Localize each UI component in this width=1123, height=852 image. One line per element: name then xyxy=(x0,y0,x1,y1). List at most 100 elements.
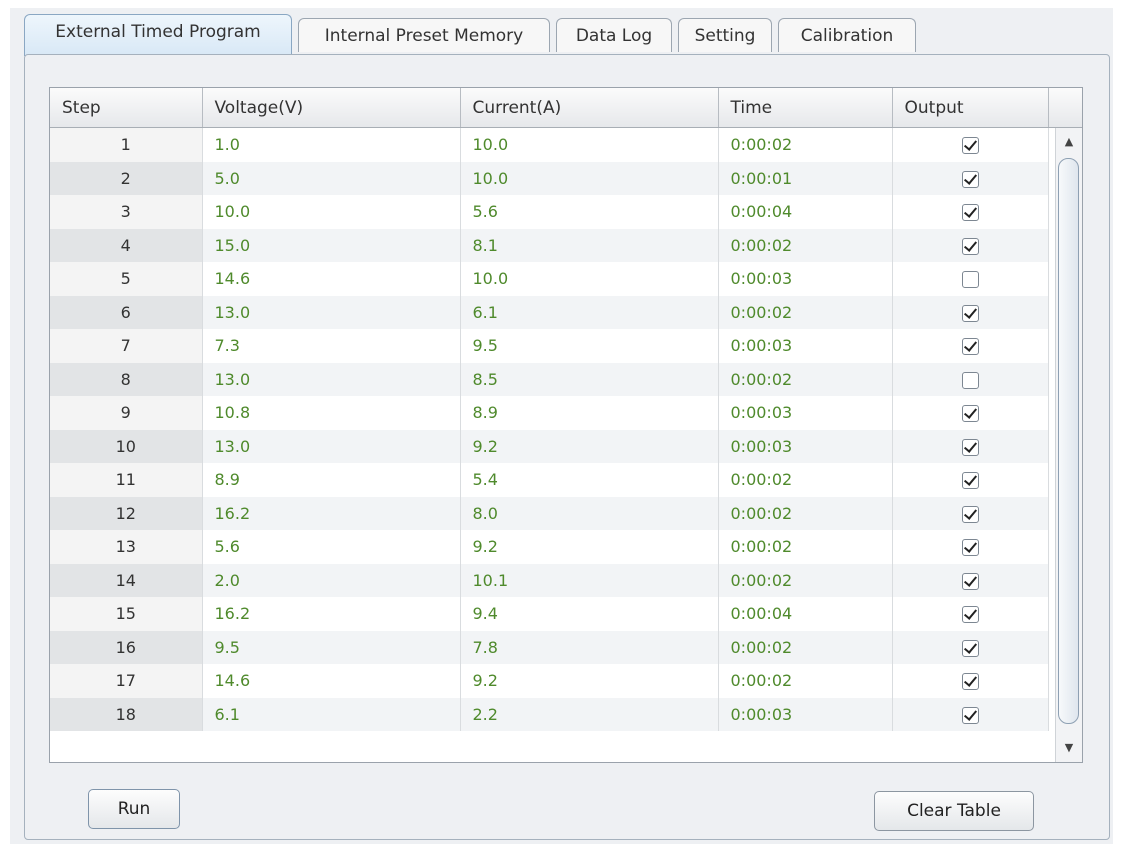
step-cell[interactable]: 9 xyxy=(50,396,203,430)
table-row[interactable]: 13 5.6 9.2 0:00:02 xyxy=(50,530,1082,564)
vertical-scrollbar[interactable]: ▲ ▼ xyxy=(1055,128,1082,762)
tab-calibration[interactable]: Calibration xyxy=(778,18,916,52)
output-checkbox[interactable] xyxy=(961,137,979,155)
step-cell[interactable]: 17 xyxy=(50,664,203,698)
time-cell[interactable]: 0:00:03 xyxy=(718,262,893,296)
table-row[interactable]: 15 16.2 9.4 0:00:04 xyxy=(50,597,1082,631)
column-header-voltage[interactable]: Voltage(V) xyxy=(202,88,461,128)
current-cell[interactable]: 7.8 xyxy=(460,630,719,664)
tab-setting[interactable]: Setting xyxy=(678,18,772,52)
table-row[interactable]: 4 15.0 8.1 0:00:02 xyxy=(50,228,1082,262)
step-cell[interactable]: 11 xyxy=(50,463,203,497)
column-header-current[interactable]: Current(A) xyxy=(460,88,719,128)
output-checkbox[interactable] xyxy=(961,170,979,188)
table-row[interactable]: 17 14.6 9.2 0:00:02 xyxy=(50,664,1082,698)
output-checkbox[interactable] xyxy=(961,706,979,724)
output-checkbox[interactable] xyxy=(961,438,979,456)
table-row[interactable]: 5 14.6 10.0 0:00:03 xyxy=(50,262,1082,296)
column-header-time[interactable]: Time xyxy=(718,88,893,128)
table-row[interactable]: 12 16.2 8.0 0:00:02 xyxy=(50,496,1082,530)
step-cell[interactable]: 3 xyxy=(50,195,203,229)
table-row[interactable]: 14 2.0 10.1 0:00:02 xyxy=(50,563,1082,597)
time-cell[interactable]: 0:00:03 xyxy=(718,429,893,463)
current-cell[interactable]: 8.9 xyxy=(460,396,719,430)
output-checkbox[interactable] xyxy=(961,271,979,289)
current-cell[interactable]: 10.0 xyxy=(460,161,719,195)
step-cell[interactable]: 10 xyxy=(50,429,203,463)
voltage-cell[interactable]: 10.8 xyxy=(202,396,461,430)
triangle-up-icon[interactable]: ▲ xyxy=(1056,132,1082,152)
voltage-cell[interactable]: 9.5 xyxy=(202,630,461,664)
table-row[interactable]: 2 5.0 10.0 0:00:01 xyxy=(50,161,1082,195)
output-checkbox[interactable] xyxy=(961,304,979,322)
voltage-cell[interactable]: 16.2 xyxy=(202,496,461,530)
voltage-cell[interactable]: 8.9 xyxy=(202,463,461,497)
output-checkbox[interactable] xyxy=(961,639,979,657)
output-checkbox[interactable] xyxy=(961,606,979,624)
current-cell[interactable]: 9.2 xyxy=(460,429,719,463)
step-cell[interactable]: 7 xyxy=(50,329,203,363)
output-checkbox[interactable] xyxy=(961,371,979,389)
voltage-cell[interactable]: 14.6 xyxy=(202,262,461,296)
current-cell[interactable]: 9.5 xyxy=(460,329,719,363)
table-row[interactable]: 9 10.8 8.9 0:00:03 xyxy=(50,396,1082,430)
output-checkbox[interactable] xyxy=(961,405,979,423)
time-cell[interactable]: 0:00:03 xyxy=(718,329,893,363)
voltage-cell[interactable]: 15.0 xyxy=(202,228,461,262)
output-checkbox[interactable] xyxy=(961,237,979,255)
step-cell[interactable]: 13 xyxy=(50,530,203,564)
voltage-cell[interactable]: 10.0 xyxy=(202,195,461,229)
step-cell[interactable]: 8 xyxy=(50,362,203,396)
voltage-cell[interactable]: 7.3 xyxy=(202,329,461,363)
current-cell[interactable]: 10.0 xyxy=(460,127,719,162)
time-cell[interactable]: 0:00:02 xyxy=(718,295,893,329)
table-row[interactable]: 7 7.3 9.5 0:00:03 xyxy=(50,329,1082,363)
table-row[interactable]: 16 9.5 7.8 0:00:02 xyxy=(50,630,1082,664)
voltage-cell[interactable]: 13.0 xyxy=(202,362,461,396)
current-cell[interactable]: 10.0 xyxy=(460,262,719,296)
current-cell[interactable]: 10.1 xyxy=(460,563,719,597)
step-cell[interactable]: 15 xyxy=(50,597,203,631)
output-checkbox[interactable] xyxy=(961,204,979,222)
output-checkbox[interactable] xyxy=(961,505,979,523)
current-cell[interactable]: 9.4 xyxy=(460,597,719,631)
time-cell[interactable]: 0:00:03 xyxy=(718,396,893,430)
column-header-output[interactable]: Output xyxy=(892,88,1049,128)
output-checkbox[interactable] xyxy=(961,472,979,490)
time-cell[interactable]: 0:00:04 xyxy=(718,597,893,631)
triangle-down-icon[interactable]: ▼ xyxy=(1056,738,1082,758)
time-cell[interactable]: 0:00:02 xyxy=(718,463,893,497)
table-row[interactable]: 3 10.0 5.6 0:00:04 xyxy=(50,195,1082,229)
voltage-cell[interactable]: 6.1 xyxy=(202,697,461,731)
step-cell[interactable]: 2 xyxy=(50,161,203,195)
time-cell[interactable]: 0:00:02 xyxy=(718,630,893,664)
column-header-step[interactable]: Step xyxy=(50,88,203,128)
time-cell[interactable]: 0:00:02 xyxy=(718,530,893,564)
run-button[interactable]: Run xyxy=(88,789,180,829)
step-cell[interactable]: 6 xyxy=(50,295,203,329)
current-cell[interactable]: 8.0 xyxy=(460,496,719,530)
current-cell[interactable]: 5.6 xyxy=(460,195,719,229)
step-cell[interactable]: 1 xyxy=(50,127,203,162)
current-cell[interactable]: 9.2 xyxy=(460,664,719,698)
tab-internal-preset-memory[interactable]: Internal Preset Memory xyxy=(298,18,550,52)
voltage-cell[interactable]: 1.0 xyxy=(202,127,461,162)
current-cell[interactable]: 8.5 xyxy=(460,362,719,396)
voltage-cell[interactable]: 13.0 xyxy=(202,295,461,329)
current-cell[interactable]: 5.4 xyxy=(460,463,719,497)
voltage-cell[interactable]: 5.6 xyxy=(202,530,461,564)
time-cell[interactable]: 0:00:03 xyxy=(718,697,893,731)
time-cell[interactable]: 0:00:02 xyxy=(718,496,893,530)
voltage-cell[interactable]: 13.0 xyxy=(202,429,461,463)
voltage-cell[interactable]: 5.0 xyxy=(202,161,461,195)
clear-table-button[interactable]: Clear Table xyxy=(874,791,1034,831)
current-cell[interactable]: 2.2 xyxy=(460,697,719,731)
time-cell[interactable]: 0:00:02 xyxy=(718,127,893,162)
current-cell[interactable]: 8.1 xyxy=(460,228,719,262)
current-cell[interactable]: 6.1 xyxy=(460,295,719,329)
output-checkbox[interactable] xyxy=(961,673,979,691)
scrollbar-thumb[interactable] xyxy=(1058,158,1079,724)
voltage-cell[interactable]: 2.0 xyxy=(202,563,461,597)
table-row[interactable]: 6 13.0 6.1 0:00:02 xyxy=(50,295,1082,329)
table-row[interactable]: 18 6.1 2.2 0:00:03 xyxy=(50,697,1082,731)
